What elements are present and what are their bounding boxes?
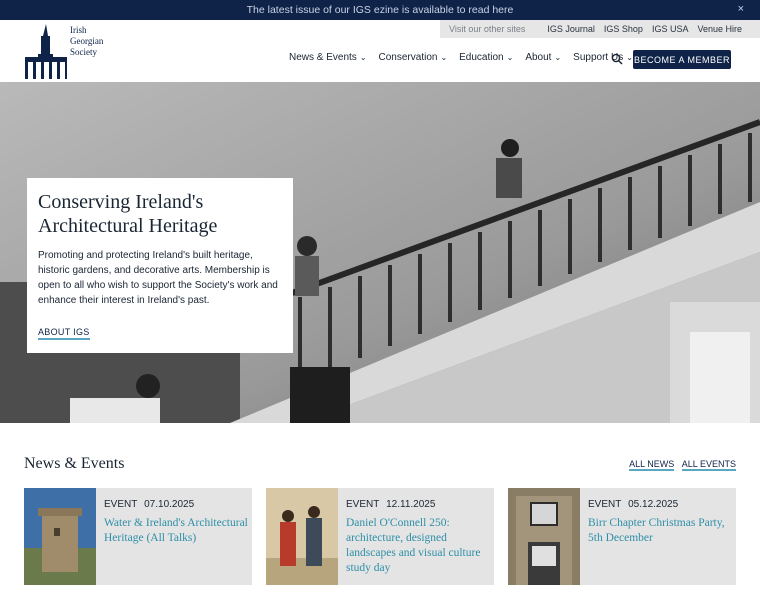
logo-text[interactable]: Irish Georgian Society	[70, 25, 103, 58]
event-thumbnail	[24, 488, 96, 585]
nav-label: News & Events	[289, 52, 357, 63]
event-meta: EVENT 07.10.2025	[104, 499, 194, 510]
event-card-2[interactable]: EVENT 12.11.2025 Daniel O'Connell 250: a…	[266, 488, 494, 585]
other-sites-bar: Visit our other sites IGS Journal IGS Sh…	[440, 20, 760, 38]
event-thumbnail	[266, 488, 338, 585]
announcement-bar[interactable]: The latest issue of our IGS ezine is ava…	[0, 0, 760, 20]
nav-education[interactable]: Education ⌄	[459, 52, 513, 63]
site-link-usa[interactable]: IGS USA	[652, 24, 689, 34]
event-date: 12.11.2025	[386, 499, 436, 510]
logo-line-1: Irish	[70, 25, 87, 35]
chevron-down-icon: ⌄	[554, 53, 562, 62]
chevron-down-icon: ⌄	[440, 53, 448, 62]
event-title[interactable]: Birr Chapter Christmas Party, 5th Decemb…	[588, 516, 732, 546]
announcement-text[interactable]: The latest issue of our IGS ezine is ava…	[247, 4, 514, 16]
nav-about[interactable]: About ⌄	[525, 52, 561, 63]
hero-banner: Conserving Ireland's Architectural Herit…	[0, 82, 760, 423]
nav-support-us[interactable]: Support Us ⌄	[573, 52, 633, 63]
chevron-down-icon: ⌄	[506, 53, 514, 62]
main-nav: News & Events ⌄ Conservation ⌄ Education ⌄ …	[289, 52, 645, 63]
nav-label: Education	[459, 52, 504, 63]
nav-label: Conservation	[378, 52, 438, 63]
nav-news-events[interactable]: News & Events ⌄	[289, 52, 367, 63]
search-icon[interactable]	[611, 53, 623, 65]
other-sites-label: Visit our other sites	[449, 24, 526, 34]
hero-title: Conserving Ireland's Architectural Herit…	[38, 191, 218, 237]
logo-line-3: Society	[70, 47, 97, 57]
site-link-venue-hire[interactable]: Venue Hire	[697, 24, 742, 34]
nav-conservation[interactable]: Conservation ⌄	[379, 52, 448, 63]
event-date: 05.12.2025	[628, 499, 679, 510]
event-title[interactable]: Daniel O'Connell 250: architecture, desi…	[346, 516, 490, 576]
site-link-shop[interactable]: IGS Shop	[604, 24, 643, 34]
event-meta: EVENT 05.12.2025	[588, 499, 678, 510]
event-type: EVENT	[346, 499, 380, 510]
all-news-link[interactable]: ALL NEWS	[629, 459, 675, 471]
all-links: ALL NEWS ALL EVENTS	[624, 459, 736, 471]
nav-label: About	[525, 52, 552, 63]
close-icon[interactable]: ×	[738, 3, 744, 15]
hero-text: Promoting and protecting Ireland's built…	[38, 250, 278, 306]
event-thumbnail	[508, 488, 580, 585]
event-card-3[interactable]: EVENT 05.12.2025 Birr Chapter Christmas …	[508, 488, 736, 585]
become-member-button[interactable]: BECOME A MEMBER	[633, 50, 731, 69]
site-link-journal[interactable]: IGS Journal	[547, 24, 595, 34]
event-type: EVENT	[104, 499, 138, 510]
logo-line-2: Georgian	[70, 36, 104, 46]
all-events-link[interactable]: ALL EVENTS	[681, 459, 736, 471]
event-card-1[interactable]: EVENT 07.10.2025 Water & Ireland's Archi…	[24, 488, 252, 585]
event-meta: EVENT 12.11.2025	[346, 499, 435, 510]
news-events-title: News & Events	[24, 455, 125, 472]
about-igs-link[interactable]: ABOUT IGS	[38, 327, 90, 340]
hero-card: Conserving Ireland's Architectural Herit…	[27, 178, 293, 353]
event-type: EVENT	[588, 499, 622, 510]
chevron-down-icon: ⌄	[626, 53, 633, 62]
chevron-down-icon: ⌄	[359, 53, 367, 62]
event-title[interactable]: Water & Ireland's Architectural Heritage…	[104, 516, 248, 546]
event-date: 07.10.2025	[144, 499, 195, 510]
